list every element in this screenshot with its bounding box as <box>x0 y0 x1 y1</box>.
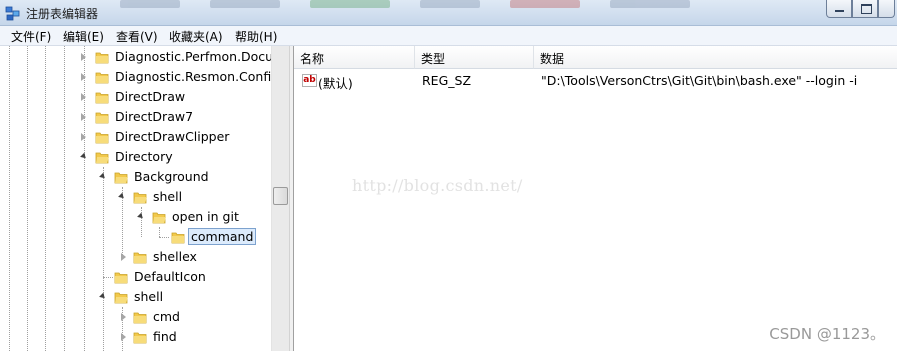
tree-node[interactable]: DirectDraw7 <box>0 107 271 127</box>
expand-arrow-icon[interactable] <box>81 73 86 81</box>
expand-arrow-icon[interactable] <box>121 313 126 321</box>
expand-arrow-icon[interactable] <box>121 333 126 341</box>
tree-node[interactable]: open in git <box>0 207 271 227</box>
tree-node[interactable]: shellex <box>0 247 271 267</box>
regedit-icon <box>5 6 20 21</box>
tree-node-label: command <box>188 228 257 245</box>
expand-arrow-icon[interactable] <box>81 113 86 121</box>
folder-open-icon <box>114 292 128 304</box>
collapse-arrow-icon[interactable] <box>118 192 126 201</box>
folder-icon <box>133 252 147 264</box>
string-value-icon: ab <box>302 74 317 87</box>
column-header-name[interactable]: 名称 <box>294 46 415 69</box>
tree-node[interactable]: Directory <box>0 147 271 167</box>
folder-open-icon <box>114 172 128 184</box>
tree-node-label: find <box>153 329 177 344</box>
expand-arrow-icon[interactable] <box>121 253 126 261</box>
menu-help[interactable]: 帮助(H) <box>233 28 279 45</box>
folder-icon <box>95 132 109 144</box>
tree-node-selected[interactable]: command <box>0 227 271 247</box>
csdn-credit: CSDN @1123。 <box>769 325 885 343</box>
folder-open-icon <box>152 212 166 224</box>
collapse-arrow-icon[interactable] <box>99 292 107 301</box>
tree-node[interactable]: DefaultIcon <box>0 267 271 287</box>
background-taskbar-ghost <box>120 0 820 10</box>
collapse-arrow-icon[interactable] <box>137 212 145 221</box>
close-button[interactable] <box>878 0 895 18</box>
maximize-button[interactable] <box>852 0 878 18</box>
folder-icon <box>133 332 147 344</box>
folder-icon <box>95 52 109 64</box>
tree-node[interactable]: DirectDraw <box>0 87 271 107</box>
tree-node-label: cmd <box>153 309 180 324</box>
value-name: (默认) <box>318 76 353 91</box>
registry-tree[interactable]: Diagnostic.Perfmon.Docum Diagnostic.Resm… <box>0 46 289 351</box>
collapse-arrow-icon[interactable] <box>99 172 107 181</box>
value-type: REG_SZ <box>422 73 472 88</box>
window-title: 注册表编辑器 <box>26 7 99 21</box>
column-header-data-label: 数据 <box>540 52 565 66</box>
tree-node-label: open in git <box>172 209 239 224</box>
tree-node-label: DirectDraw7 <box>115 109 194 124</box>
tree-node-label: DirectDrawClipper <box>115 129 230 144</box>
column-header-type-label: 类型 <box>421 52 446 66</box>
tree-node[interactable]: Diagnostic.Resmon.Config <box>0 67 279 87</box>
collapse-arrow-icon[interactable] <box>80 152 88 161</box>
window-controls <box>826 0 895 18</box>
tree-node[interactable]: cmd <box>0 307 271 327</box>
tree-node[interactable]: shell <box>0 287 271 307</box>
tree-node-label: Diagnostic.Resmon.Config <box>115 69 280 84</box>
expand-arrow-icon[interactable] <box>81 93 86 101</box>
column-header-data[interactable]: 数据 <box>534 46 897 69</box>
tree-vertical-scrollbar[interactable] <box>271 46 289 351</box>
tree-node[interactable]: shell <box>0 187 271 207</box>
tree-node-label: shellex <box>153 249 197 264</box>
menu-file[interactable]: 文件(F) <box>9 28 53 45</box>
folder-icon <box>171 232 185 244</box>
tree-node-label: DefaultIcon <box>134 269 206 284</box>
expand-arrow-icon[interactable] <box>81 133 86 141</box>
folder-icon <box>95 112 109 124</box>
expand-arrow-icon[interactable] <box>81 53 86 61</box>
folder-icon <box>114 272 128 284</box>
blog-watermark: http://blog.csdn.net/ <box>352 176 523 195</box>
menu-edit[interactable]: 编辑(E) <box>61 28 106 45</box>
folder-open-icon <box>133 192 147 204</box>
menu-bar: 文件(F) 编辑(E) 查看(V) 收藏夹(A) 帮助(H) <box>0 26 897 46</box>
scrollbar-thumb[interactable] <box>273 187 288 205</box>
value-data: "D:\Tools\VersonCtrs\Git\Git\bin\bash.ex… <box>541 73 858 88</box>
tree-node-label: shell <box>134 289 164 304</box>
tree-node-label: DirectDraw <box>115 89 186 104</box>
tree-node-label: shell <box>153 189 183 204</box>
tree-node-label: Diagnostic.Perfmon.Docum <box>115 49 286 64</box>
folder-open-icon <box>95 152 109 164</box>
folder-icon <box>95 72 109 84</box>
tree-node[interactable]: find <box>0 327 271 347</box>
tree-node[interactable]: DirectDrawClipper <box>0 127 271 147</box>
folder-icon <box>95 92 109 104</box>
title-bar[interactable]: 注册表编辑器 <box>0 0 897 26</box>
column-header-type[interactable]: 类型 <box>415 46 534 69</box>
tree-node-label: Background <box>134 169 209 184</box>
tree-node[interactable]: Background <box>0 167 271 187</box>
menu-view[interactable]: 查看(V) <box>114 28 160 45</box>
menu-favorites[interactable]: 收藏夹(A) <box>167 28 225 45</box>
tree-node[interactable]: Diagnostic.Perfmon.Docum <box>0 47 285 67</box>
tree-node-label: Directory <box>115 149 173 164</box>
column-header-name-label: 名称 <box>300 52 325 66</box>
registry-editor-window: 注册表编辑器 文件(F) 编辑(E) 查看(V) 收藏夹(A) 帮助(H) Di… <box>0 0 897 351</box>
minimize-button[interactable] <box>826 0 852 18</box>
values-list[interactable]: 名称 类型 数据 ab (默认) REG_SZ "D:\Tools\Verson… <box>294 46 897 351</box>
folder-icon <box>133 312 147 324</box>
